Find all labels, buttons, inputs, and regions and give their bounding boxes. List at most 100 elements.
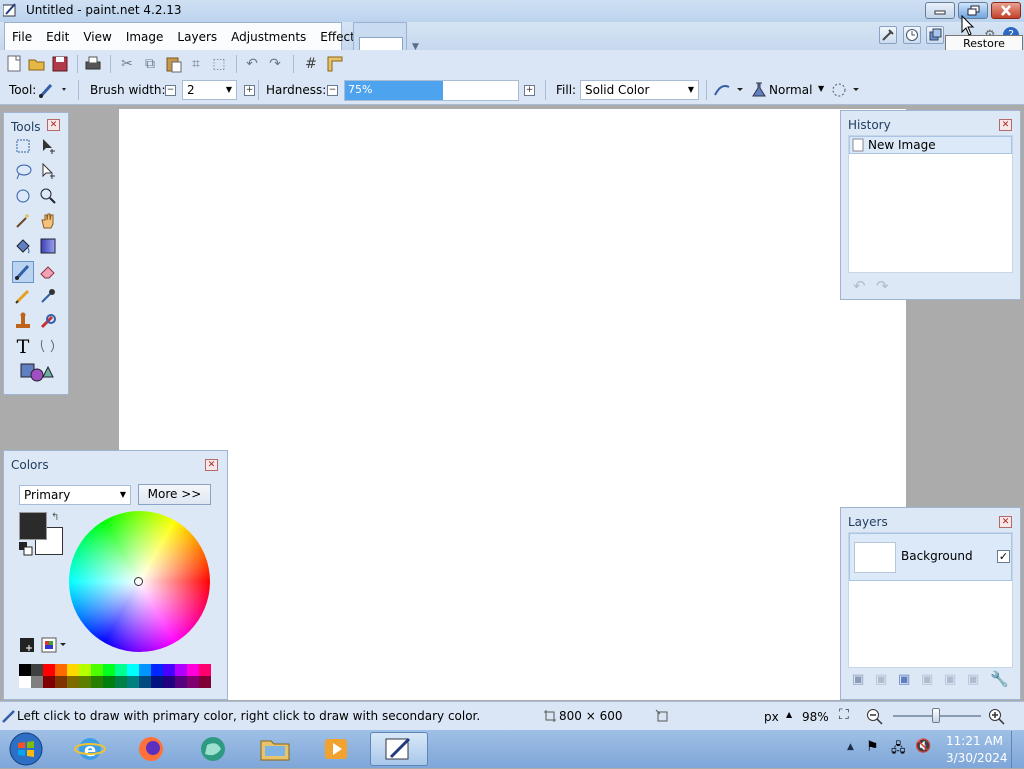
palette-swatch[interactable] [187, 676, 199, 688]
delete-layer-icon[interactable]: ▣ [875, 672, 887, 687]
zoom-tool[interactable] [37, 186, 59, 208]
palette-swatch[interactable] [67, 676, 79, 688]
merge-layer-down-icon[interactable]: ▣ [921, 672, 933, 687]
paintbrush-tool[interactable] [12, 261, 34, 283]
zoom-slider-thumb[interactable] [932, 708, 940, 723]
palette-swatch[interactable] [103, 664, 115, 676]
move-selected-pixels-tool[interactable] [37, 136, 59, 158]
taskbar-file-explorer[interactable] [255, 732, 295, 766]
network-icon[interactable]: 🖧 [891, 739, 906, 761]
menu-layers[interactable]: Layers [170, 24, 224, 50]
lasso-select-tool[interactable] [12, 161, 34, 183]
history-redo-icon[interactable]: ↷ [876, 277, 889, 295]
move-layer-up-icon[interactable]: ▣ [944, 672, 956, 687]
copy-icon[interactable]: ⧉ [141, 55, 159, 73]
image-canvas[interactable] [119, 109, 906, 700]
palette-swatch[interactable] [115, 664, 127, 676]
more-colors-button[interactable]: More >> [138, 484, 211, 505]
palette-swatch[interactable] [199, 676, 211, 688]
pan-tool[interactable] [37, 211, 59, 233]
close-button[interactable] [991, 2, 1021, 19]
taskbar-internet-explorer[interactable]: e [70, 732, 110, 766]
swap-colors-icon[interactable]: ↰ [51, 512, 59, 523]
magic-wand-tool[interactable] [12, 211, 34, 233]
primary-color-swatch[interactable] [19, 512, 47, 540]
palette-swatch[interactable] [127, 664, 139, 676]
color-picker-tool[interactable] [37, 286, 59, 308]
grid-icon[interactable]: # [302, 55, 320, 73]
paste-icon[interactable] [164, 54, 184, 74]
rulers-icon[interactable] [325, 54, 345, 74]
palette-menu[interactable] [41, 637, 67, 653]
color-wheel[interactable] [69, 511, 210, 652]
palette-swatch[interactable] [31, 676, 43, 688]
duplicate-layer-icon[interactable]: ▣ [898, 672, 910, 687]
shapes-tool[interactable] [16, 361, 56, 383]
palette-swatch[interactable] [79, 676, 91, 688]
close-icon[interactable]: ✕ [47, 119, 60, 131]
brush-width-input[interactable]: 2 ▼ [182, 80, 237, 100]
brush-width-decrease[interactable]: − [165, 85, 176, 96]
palette-swatch[interactable] [103, 676, 115, 688]
palette-swatch[interactable] [115, 676, 127, 688]
close-icon[interactable]: ✕ [999, 516, 1012, 528]
taskbar-firefox[interactable] [131, 732, 171, 766]
history-window-icon[interactable] [903, 26, 921, 44]
antialiasing-selector[interactable] [713, 81, 745, 99]
reset-colors-icon[interactable] [19, 542, 33, 556]
new-image-icon[interactable] [4, 54, 26, 74]
redo-icon[interactable]: ↷ [266, 55, 284, 73]
layer-item[interactable]: Background ✓ [849, 533, 1012, 581]
tool-selector[interactable] [38, 81, 70, 99]
taskbar-media-player[interactable] [316, 732, 356, 766]
selection-mode-selector[interactable] [831, 81, 861, 99]
palette-swatch[interactable] [67, 664, 79, 676]
history-item[interactable]: New Image [849, 136, 1012, 154]
zoom-in-icon[interactable] [988, 708, 1005, 725]
text-tool[interactable]: T [12, 336, 34, 358]
open-folder-icon[interactable] [27, 54, 49, 74]
palette-swatch[interactable] [139, 676, 151, 688]
print-icon[interactable] [83, 54, 105, 74]
crop-to-selection-icon[interactable]: ⌗ [187, 55, 205, 73]
taskbar-paintnet[interactable] [370, 732, 428, 766]
blend-mode-selector[interactable]: Normal ▼ [751, 81, 831, 99]
volume-muted-icon[interactable]: 🔇 [915, 739, 931, 754]
chevron-up-icon[interactable]: ▲ [786, 710, 792, 719]
action-center-flag-icon[interactable]: ⚑ [866, 739, 879, 755]
palette-swatch[interactable] [91, 676, 103, 688]
move-selection-tool[interactable] [37, 161, 59, 183]
palette-swatch[interactable] [199, 664, 211, 676]
tools-window-icon[interactable] [879, 26, 897, 44]
menu-image[interactable]: Image [119, 24, 171, 50]
menu-file[interactable]: File [5, 24, 39, 50]
clone-stamp-tool[interactable] [12, 311, 34, 333]
taskbar-media-app[interactable] [193, 732, 233, 766]
palette-swatch[interactable] [163, 676, 175, 688]
fill-select[interactable]: Solid Color ▼ [580, 80, 699, 100]
deselect-icon[interactable]: ⬚ [210, 55, 228, 73]
palette-swatch[interactable] [31, 664, 43, 676]
zoom-level[interactable]: 98% [802, 710, 829, 724]
zoom-out-icon[interactable] [866, 708, 883, 725]
eraser-tool[interactable] [37, 261, 59, 283]
show-desktop-button[interactable] [1011, 731, 1024, 768]
clock-date[interactable]: 3/30/2024 [946, 751, 1008, 765]
palette-swatch[interactable] [163, 664, 175, 676]
palette-swatch[interactable] [175, 676, 187, 688]
layer-visibility-checkbox[interactable]: ✓ [997, 550, 1010, 563]
palette-swatch[interactable] [19, 664, 31, 676]
show-hidden-icons-chevron[interactable]: ▲ [847, 742, 854, 752]
line-curve-tool[interactable] [37, 336, 59, 358]
palette-swatch[interactable] [127, 676, 139, 688]
paint-bucket-tool[interactable] [12, 236, 34, 258]
palette-swatch[interactable] [55, 664, 67, 676]
hardness-increase[interactable]: + [524, 85, 535, 96]
palette-swatch[interactable] [151, 676, 163, 688]
minimize-button[interactable] [925, 2, 955, 19]
cut-icon[interactable]: ✂ [118, 55, 136, 73]
palette-swatch[interactable] [43, 676, 55, 688]
menu-edit[interactable]: Edit [39, 24, 76, 50]
palette-swatch[interactable] [139, 664, 151, 676]
pencil-tool[interactable] [12, 286, 34, 308]
